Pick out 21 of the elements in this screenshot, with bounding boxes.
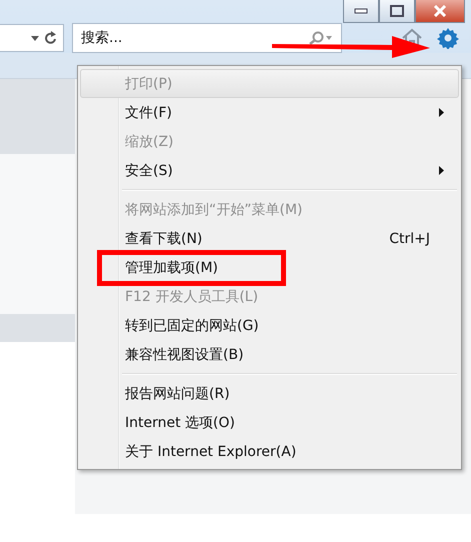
caret-icon (31, 36, 39, 40)
menu-item[interactable]: Internet 选项(O) (80, 408, 459, 437)
settings-icon[interactable] (437, 27, 459, 49)
menu-item[interactable]: 文件(F) (80, 98, 459, 127)
menu-item[interactable]: 报告网站问题(R) (80, 379, 459, 408)
close-button[interactable] (415, 0, 465, 23)
maximize-button[interactable] (379, 0, 415, 23)
minimize-icon (354, 8, 368, 14)
minimize-button[interactable] (343, 0, 379, 23)
menu-item[interactable]: 查看下载(N) Ctrl+J (80, 224, 459, 253)
refresh-icon[interactable] (45, 31, 57, 45)
menu-item[interactable]: 兼容性视图设置(B) (80, 340, 459, 369)
menu-item[interactable]: 转到已固定的网站(G) (80, 311, 459, 340)
close-icon (433, 5, 447, 17)
menu-item[interactable]: 安全(S) (80, 156, 459, 185)
maximize-icon (390, 5, 404, 17)
menu-item[interactable]: 管理加载项(M) (80, 253, 459, 282)
search-field[interactable]: 搜索... (72, 23, 342, 53)
address-bar[interactable] (0, 24, 64, 52)
search-icon[interactable] (307, 31, 333, 45)
menu-item[interactable]: 关于 Internet Explorer(A) (80, 437, 459, 466)
